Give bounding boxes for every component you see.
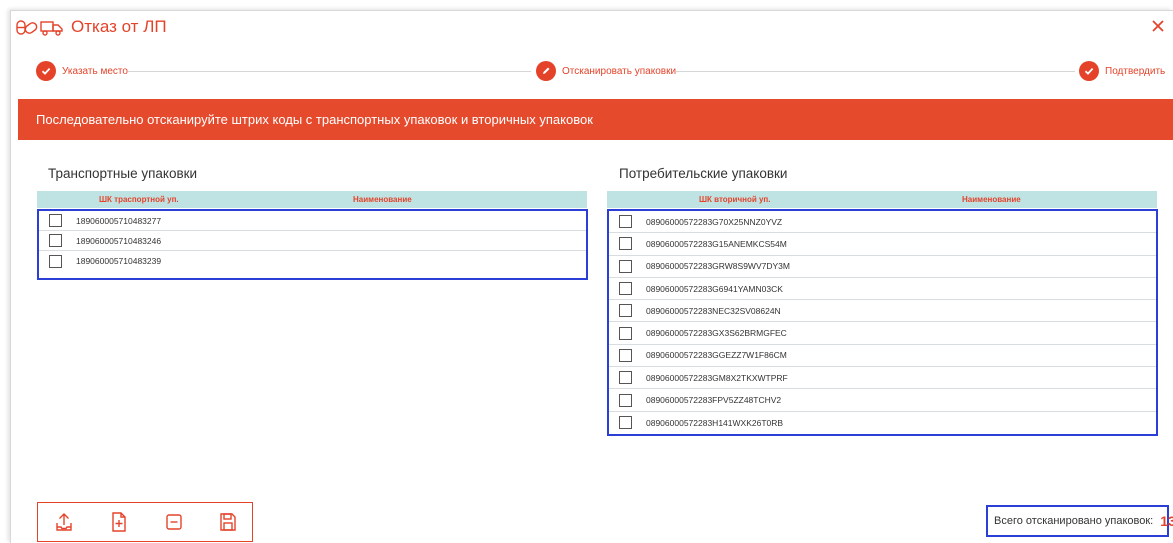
table-row[interactable]: 08906000572283GRW8S9WV7DY3M: [609, 256, 1156, 278]
step-connector: [663, 71, 1075, 72]
row-checkbox[interactable]: [619, 304, 632, 318]
transport-barcode: 189060005710483277: [76, 215, 162, 226]
step-label: Указать место: [62, 65, 128, 77]
remove-button[interactable]: [164, 511, 184, 533]
truck-icon: [40, 21, 63, 36]
transport-table-body: 189060005710483277 189060005710483246 18…: [37, 209, 588, 280]
table-row[interactable]: 189060005710483239: [39, 251, 586, 271]
step-label: Отсканировать упаковки: [562, 65, 677, 77]
consumer-barcode: 08906000572283GM8X2TKXWTPRF: [646, 372, 788, 383]
table-row[interactable]: 08906000572283NEC32SV08624N: [609, 300, 1156, 323]
instruction-text: Последовательно отсканируйте штрих коды …: [36, 112, 593, 127]
consumer-table-body: 08906000572283G70X25NNZ0YVZ 089060005722…: [607, 209, 1158, 436]
pencil-icon: [536, 61, 556, 81]
instruction-banner: Последовательно отсканируйте штрих коды …: [18, 99, 1173, 140]
file-plus-icon: [112, 512, 126, 532]
row-checkbox[interactable]: [619, 326, 632, 340]
row-checkbox[interactable]: [619, 393, 632, 407]
title-icons: [16, 18, 64, 36]
table-row[interactable]: 189060005710483246: [39, 231, 586, 251]
save-button[interactable]: [218, 511, 238, 533]
column-header-name[interactable]: Наименование: [962, 195, 1021, 204]
row-checkbox[interactable]: [49, 214, 62, 227]
step-label: Подтвердить: [1105, 65, 1166, 77]
table-row[interactable]: 08906000572283G70X25NNZ0YVZ: [609, 211, 1156, 234]
consumer-barcode: 08906000572283FPV5ZZ48TCHV2: [646, 395, 782, 406]
add-file-button[interactable]: [109, 511, 129, 533]
step-scan-packages[interactable]: Отсканировать упаковки: [536, 59, 677, 83]
wizard-stepper: Указать место Отсканировать упаковки Под…: [11, 59, 1173, 83]
consumer-panel-title: Потребительские упаковки: [619, 166, 788, 181]
check-icon: [36, 61, 56, 81]
column-header-barcode[interactable]: ШК вторичной уп.: [699, 195, 770, 204]
table-row[interactable]: 08906000572283FPV5ZZ48TCHV2: [609, 389, 1156, 412]
pills-icon: [16, 20, 38, 35]
consumer-barcode: 08906000572283GRW8S9WV7DY3M: [646, 261, 790, 272]
table-row[interactable]: 189060005710483277: [39, 211, 586, 231]
refusal-dialog: Отказ от ЛП Указать место Отсканировать …: [10, 10, 1173, 543]
consumer-barcode: 08906000572283G15ANEMKCS54M: [646, 238, 787, 249]
consumer-barcode: 08906000572283GGEZZ7W1F86CM: [646, 350, 787, 361]
table-row[interactable]: 08906000572283GGEZZ7W1F86CM: [609, 345, 1156, 368]
table-row[interactable]: 08906000572283G6941YAMN03CK: [609, 278, 1156, 301]
row-checkbox[interactable]: [49, 254, 62, 268]
transport-panel-title: Транспортные упаковки: [48, 166, 198, 181]
close-button[interactable]: [1149, 17, 1167, 35]
title-bar: Отказ от ЛП: [11, 11, 1173, 43]
row-checkbox[interactable]: [619, 371, 632, 385]
column-header-name[interactable]: Наименование: [353, 195, 412, 204]
row-checkbox[interactable]: [49, 234, 62, 247]
step-connector: [119, 71, 531, 72]
square-minus-icon: [166, 514, 182, 530]
step-specify-place[interactable]: Указать место: [36, 59, 128, 83]
dialog-title: Отказ от ЛП: [71, 17, 167, 36]
consumer-barcode: 08906000572283NEC32SV08624N: [646, 305, 781, 316]
row-checkbox[interactable]: [619, 215, 632, 229]
consumer-table-header: ШК вторичной уп. Наименование: [607, 191, 1157, 208]
consumer-barcode: 08906000572283H141WXK26T0RB: [646, 417, 784, 428]
row-checkbox[interactable]: [619, 237, 632, 251]
consumer-barcode: 08906000572283G6941YAMN03CK: [646, 283, 783, 294]
consumer-barcode: 08906000572283G70X25NNZ0YVZ: [646, 216, 783, 227]
step-confirm[interactable]: Подтвердить: [1079, 59, 1166, 83]
table-row[interactable]: 08906000572283G15ANEMKCS54M: [609, 233, 1156, 256]
counter-value: 13: [1160, 513, 1173, 529]
close-icon: [1152, 20, 1164, 32]
table-row[interactable]: 08906000572283GX3S62BRMGFEC: [609, 322, 1156, 345]
transport-table-header: ШК траспортной уп. Наименование: [37, 191, 587, 208]
row-checkbox[interactable]: [619, 416, 632, 430]
row-checkbox[interactable]: [619, 348, 632, 362]
floppy-disk-icon: [220, 513, 236, 531]
transport-barcode: 189060005710483239: [76, 256, 162, 266]
counter-label: Всего отсканировано упаковок:: [994, 515, 1154, 527]
action-toolbar: [37, 502, 253, 542]
consumer-barcode: 08906000572283GX3S62BRMGFEC: [646, 328, 787, 339]
upload-tray-icon: [56, 513, 72, 531]
check-icon: [1079, 61, 1099, 81]
transport-barcode: 189060005710483246: [76, 235, 162, 246]
scanned-counter: Всего отсканировано упаковок: 13: [986, 505, 1173, 537]
table-row[interactable]: 08906000572283GM8X2TKXWTPRF: [609, 367, 1156, 390]
row-checkbox[interactable]: [619, 259, 632, 273]
column-header-barcode[interactable]: ШК траспортной уп.: [99, 195, 179, 204]
upload-button[interactable]: [54, 511, 74, 533]
table-row[interactable]: 08906000572283H141WXK26T0RB: [609, 412, 1156, 434]
row-checkbox[interactable]: [619, 282, 632, 296]
